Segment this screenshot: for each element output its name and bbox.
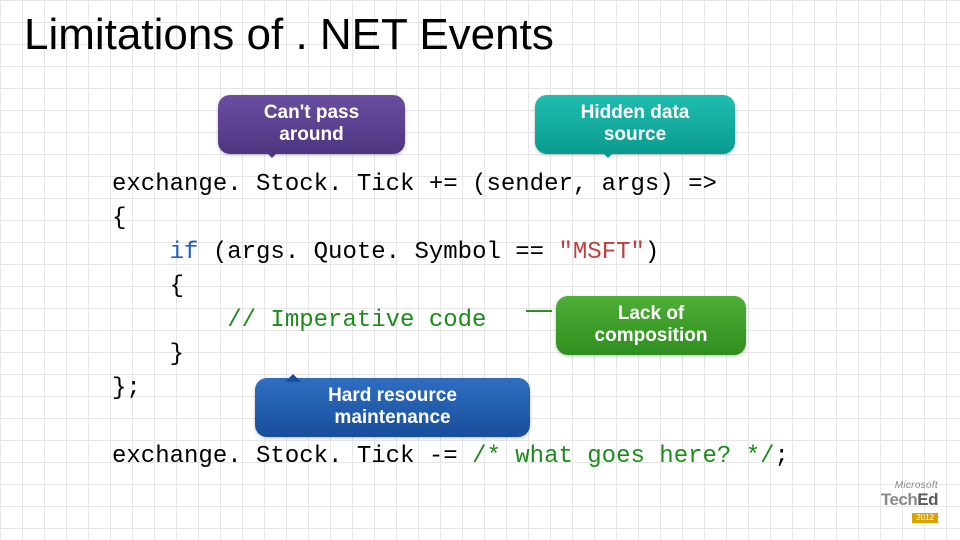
code-comment-imperative: // Imperative code — [227, 307, 486, 334]
slide-title: Limitations of . NET Events — [24, 10, 554, 60]
callout-cant-pass-around: Can't pass around — [218, 95, 405, 154]
code-text: (args. Quote. Symbol == — [198, 239, 558, 266]
code-text: }; — [112, 375, 141, 402]
footer-logo: Microsoft TechEd 2012 — [881, 481, 938, 524]
footer-year: 2012 — [912, 513, 938, 523]
code-text: { — [112, 205, 126, 232]
callout-hidden-data-source: Hidden data source — [535, 95, 735, 154]
code-text: ) — [645, 239, 659, 266]
code-comment-what-goes-here: /* what goes here? */ — [472, 443, 774, 470]
code-text — [112, 307, 227, 334]
code-string-msft: "MSFT" — [558, 239, 644, 266]
code-block: exchange. Stock. Tick += (sender, args) … — [112, 168, 789, 474]
code-text: ; — [775, 443, 789, 470]
code-text: exchange. Stock. Tick -= — [112, 443, 472, 470]
footer-brand-a: Tech — [881, 490, 917, 509]
code-text: exchange. Stock. Tick += (sender, args) … — [112, 171, 717, 198]
code-text: } — [112, 341, 184, 368]
code-text: { — [112, 273, 184, 300]
code-text — [112, 239, 170, 266]
footer-brand-b: Ed — [917, 490, 938, 509]
footer-brand: TechEd — [881, 491, 938, 508]
code-keyword-if: if — [170, 239, 199, 266]
